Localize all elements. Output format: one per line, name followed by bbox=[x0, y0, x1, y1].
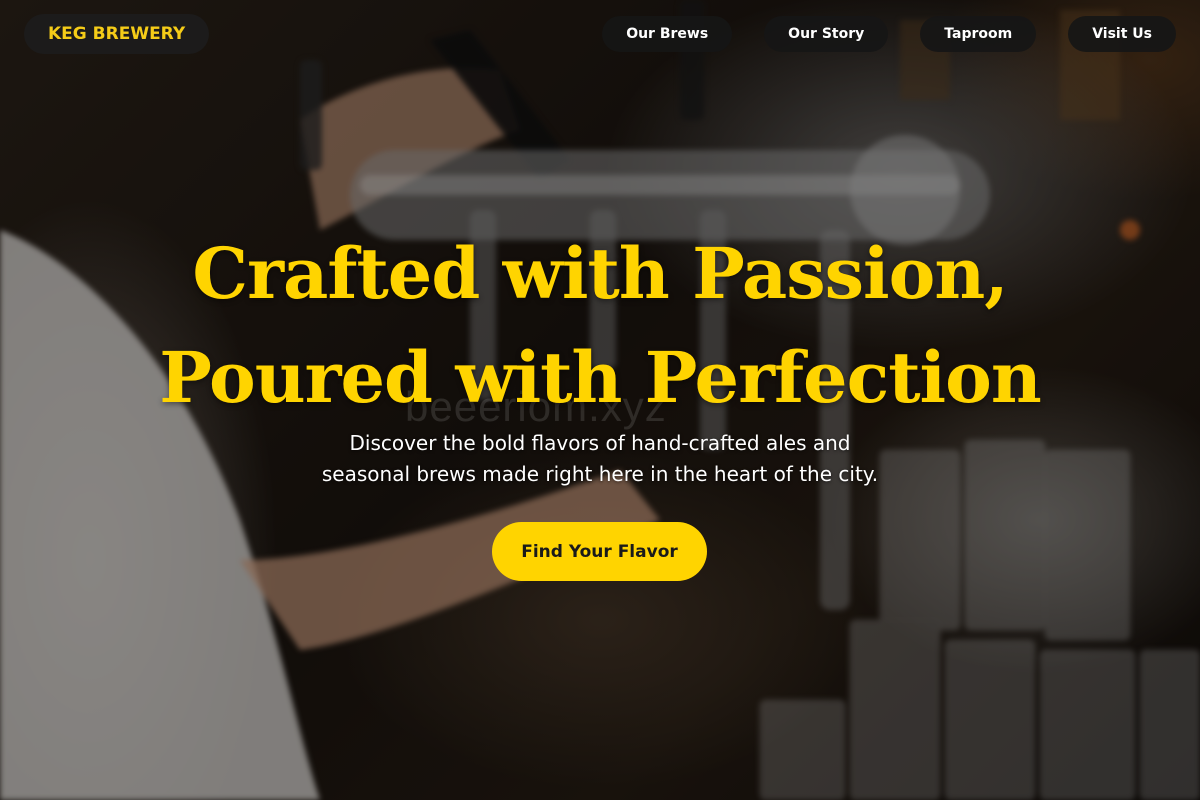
nav-taproom[interactable]: Taproom bbox=[920, 16, 1037, 52]
hero-subtext: Discover the bold flavors of hand-crafte… bbox=[0, 428, 1200, 490]
main-navigation: Our Brews Our Story Taproom Visit Us bbox=[602, 16, 1176, 52]
brand-logo[interactable]: KEG BREWERY bbox=[24, 14, 210, 54]
hero-headline-line-2: Poured with Perfection bbox=[159, 336, 1041, 419]
hero-headline: Crafted with Passion, Poured with Perfec… bbox=[0, 222, 1200, 430]
find-your-flavor-button[interactable]: Find Your Flavor bbox=[492, 522, 707, 581]
nav-visit-us[interactable]: Visit Us bbox=[1068, 16, 1176, 52]
hero-headline-line-1: Crafted with Passion, bbox=[192, 232, 1008, 315]
hero-subtext-line-1: Discover the bold flavors of hand-crafte… bbox=[349, 431, 851, 455]
hero-section: beeeriom.xyz KEG BREWERY Our Brews Our S… bbox=[0, 0, 1200, 800]
hero-subtext-line-2: seasonal brews made right here in the he… bbox=[321, 462, 879, 486]
nav-our-story[interactable]: Our Story bbox=[764, 16, 889, 52]
nav-our-brews[interactable]: Our Brews bbox=[602, 16, 733, 52]
